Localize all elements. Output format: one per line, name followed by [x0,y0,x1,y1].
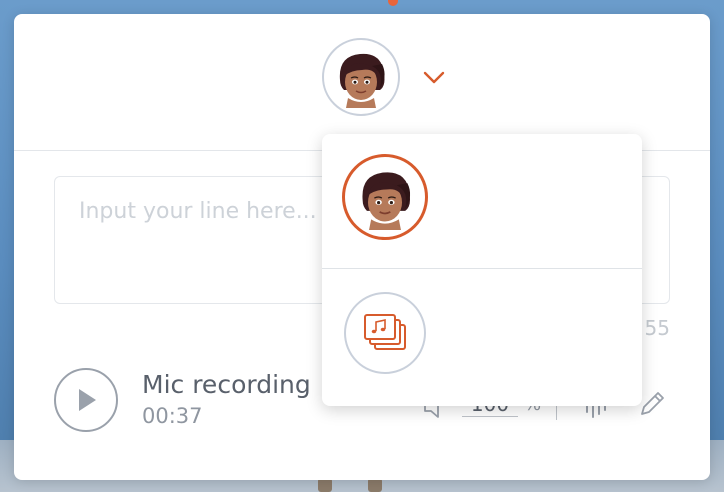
character-avatar-icon [362,172,411,230]
play-icon [79,389,96,411]
dropdown-option-character[interactable] [342,154,428,240]
chevron-down-icon[interactable] [422,68,446,88]
dropdown-divider [322,268,642,269]
character-avatar-button[interactable] [322,38,400,116]
music-library-icon [364,314,406,350]
play-button[interactable] [54,368,118,432]
recording-duration: 00:37 [142,404,203,428]
dropdown-option-music-library[interactable] [344,292,426,374]
background-figure-leg [318,478,332,492]
recording-title: Mic recording [142,370,311,399]
character-count: 55 [644,316,670,340]
background-figure-leg [368,478,382,492]
character-avatar-icon [339,53,385,108]
speaker-dropdown-menu [322,134,642,406]
